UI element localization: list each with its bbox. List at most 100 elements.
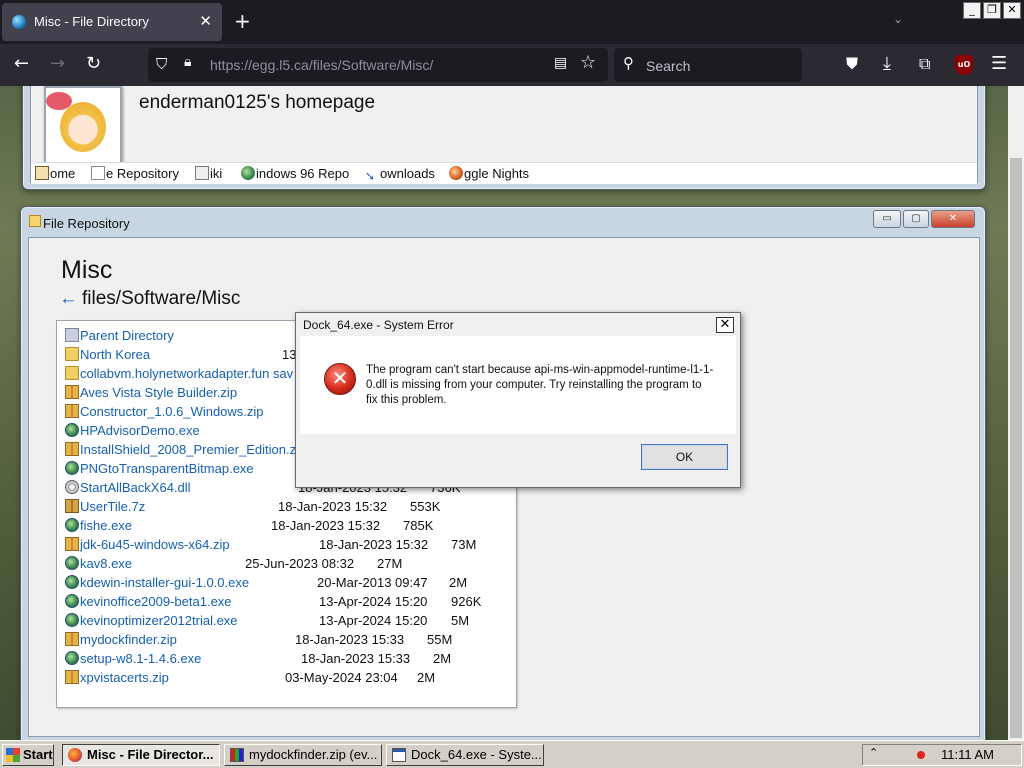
- file-size: 2M: [449, 575, 468, 590]
- file-row: mydockfinder.zip 18-Jan-2023 15:33 55M: [65, 631, 505, 650]
- extensions-icon[interactable]: ⧉: [919, 54, 930, 74]
- file-link[interactable]: North Korea: [80, 347, 150, 362]
- browser-tab[interactable]: Misc - File Directory ✕: [2, 3, 222, 41]
- taskbar-item-firefox[interactable]: Misc - File Director...: [62, 744, 220, 766]
- site-nav: ome e Repository iki indows 96 Repo ➘ own…: [31, 162, 977, 184]
- nav-link-eggle-nights[interactable]: ggle Nights: [449, 166, 529, 181]
- folder-icon: [65, 366, 79, 380]
- lock-icon[interactable]: 🔒︎: [184, 54, 191, 70]
- nav-toolbar: ← → ↻ ⛉ 🔒︎ https://egg.l5.ca/files/Softw…: [0, 44, 1024, 86]
- application-icon: [65, 423, 79, 437]
- archive-icon: [65, 499, 79, 513]
- file-link[interactable]: mydockfinder.zip: [80, 632, 177, 647]
- file-link[interactable]: xpvistacerts.zip: [80, 670, 169, 685]
- window-icon: [392, 748, 406, 762]
- file-date: 13-Apr-2024 15:20: [319, 613, 428, 628]
- restore-button[interactable]: ❐: [983, 2, 1001, 19]
- system-error-dialog: Dock_64.exe - System Error ✕ ✕ The progr…: [295, 312, 741, 488]
- archive-icon: [65, 537, 79, 551]
- nav-link-home[interactable]: ome: [35, 166, 75, 181]
- file-size: 55M: [427, 632, 453, 647]
- download-icon[interactable]: ⤓: [883, 54, 891, 74]
- file-row: kevinoptimizer2012trial.exe 13-Apr-2024 1…: [65, 612, 505, 631]
- reload-icon[interactable]: ↻: [86, 54, 101, 74]
- file-link[interactable]: Constructor_1.0.6_Windows.zip: [80, 404, 264, 419]
- maximize-button[interactable]: ▢: [903, 210, 929, 228]
- file-link[interactable]: jdk-6u45-windows-x64.zip: [80, 537, 230, 552]
- close-window-button[interactable]: ✕: [1003, 2, 1021, 19]
- file-row: setup-w8.1-1.4.6.exe 18-Jan-2023 15:33 2M: [65, 650, 505, 669]
- file-link[interactable]: kdewin-installer-gui-1.0.0.exe: [80, 575, 249, 590]
- page-scrollbar[interactable]: [1008, 86, 1024, 740]
- file-link[interactable]: setup-w8.1-1.4.6.exe: [80, 651, 201, 666]
- file-link[interactable]: StartAllBackX64.dll: [80, 480, 191, 495]
- chevron-down-icon[interactable]: ⌄: [893, 12, 903, 26]
- breadcrumb: ← files/Software/Misc: [59, 288, 240, 310]
- file-link[interactable]: Aves Vista Style Builder.zip: [80, 385, 237, 400]
- gear-icon: [65, 480, 79, 494]
- clock[interactable]: 11:11 AM: [941, 747, 994, 762]
- search-input[interactable]: ⚲ Search: [614, 48, 802, 82]
- taskbar-item-error[interactable]: Dock_64.exe - Syste...: [386, 744, 544, 766]
- file-link[interactable]: UserTile.7z: [80, 499, 145, 514]
- folder-icon: [65, 347, 79, 361]
- menu-icon[interactable]: ☰: [991, 54, 1007, 74]
- file-row: xpvistacerts.zip 03-May-2024 23:04 2M: [65, 669, 505, 688]
- taskbar-item-archive[interactable]: mydockfinder.zip (ev...: [224, 744, 382, 766]
- file-row: fishe.exe 18-Jan-2023 15:32 785K: [65, 517, 505, 536]
- nav-link-file-repository[interactable]: e Repository: [91, 166, 179, 181]
- globe-icon: [241, 166, 255, 180]
- error-message: The program can't start because api-ms-w…: [366, 364, 714, 406]
- new-tab-button[interactable]: +: [234, 9, 251, 33]
- file-row: jdk-6u45-windows-x64.zip 18-Jan-2023 15:3…: [65, 536, 505, 555]
- dialog-title: Dock_64.exe - System Error: [303, 318, 454, 332]
- header-window: enderman0125's homepage ome e Repository…: [22, 86, 986, 190]
- file-link[interactable]: kav8.exe: [80, 556, 132, 571]
- network-error-icon[interactable]: [917, 751, 925, 759]
- nav-link-windows-96-repo[interactable]: indows 96 Repo: [241, 166, 349, 181]
- tray-expand-icon[interactable]: ⌃: [869, 746, 878, 759]
- file-link[interactable]: kevinoffice2009-beta1.exe: [80, 594, 232, 609]
- header-panel: enderman0125's homepage ome e Repository…: [30, 86, 978, 184]
- back-arrow-link[interactable]: ←: [59, 288, 78, 309]
- nav-link-wiki[interactable]: iki: [195, 166, 222, 181]
- reader-mode-icon[interactable]: ▤: [554, 55, 567, 71]
- url-text[interactable]: https://egg.l5.ca/files/Software/Misc/: [210, 57, 433, 73]
- search-placeholder[interactable]: Search: [646, 58, 690, 74]
- archive-icon: [65, 385, 79, 399]
- archive-icon: [65, 442, 79, 456]
- tab-title: Misc - File Directory: [34, 14, 149, 29]
- application-icon: [65, 613, 79, 627]
- file-link[interactable]: HPAdvisorDemo.exe: [80, 423, 200, 438]
- file-link[interactable]: fishe.exe: [80, 518, 132, 533]
- file-date: 20-Mar-2013 09:47: [317, 575, 428, 590]
- archive-icon: [65, 404, 79, 418]
- back-icon[interactable]: ←: [14, 54, 29, 74]
- bookmark-star-icon[interactable]: ☆: [580, 52, 596, 73]
- page-title: Misc: [61, 256, 113, 284]
- application-icon: [65, 594, 79, 608]
- ublock-icon[interactable]: uO: [955, 55, 973, 75]
- tab-bar: Misc - File Directory ✕ + ⌄ _ ❐ ✕: [0, 0, 1024, 44]
- application-icon: [65, 575, 79, 589]
- file-link[interactable]: kevinoptimizer2012trial.exe: [80, 613, 238, 628]
- file-link[interactable]: collabvm.holynetworkadapter.fun sav: [80, 366, 293, 381]
- start-button[interactable]: Start: [2, 744, 54, 766]
- shield-icon[interactable]: ⛉: [156, 55, 167, 73]
- forward-icon[interactable]: →: [50, 54, 65, 74]
- file-link[interactable]: InstallShield_2008_Premier_Edition.zi: [80, 442, 299, 457]
- dialog-close-button[interactable]: ✕: [716, 317, 734, 333]
- ok-button[interactable]: OK: [641, 444, 728, 470]
- file-link[interactable]: Parent Directory: [80, 328, 174, 343]
- address-bar[interactable]: ⛉ 🔒︎ https://egg.l5.ca/files/Software/Mi…: [148, 48, 608, 82]
- file-link[interactable]: PNGtoTransparentBitmap.exe: [80, 461, 254, 476]
- site-title: enderman0125's homepage: [139, 92, 376, 113]
- close-button[interactable]: ✕: [931, 210, 975, 228]
- minimize-button[interactable]: _: [963, 2, 981, 19]
- nav-link-downloads[interactable]: ➘ ownloads: [365, 166, 435, 183]
- minimize-button[interactable]: ▭: [873, 210, 901, 228]
- close-tab-icon[interactable]: ✕: [199, 12, 212, 30]
- scrollbar-thumb[interactable]: [1010, 158, 1022, 738]
- file-date: 18-Jan-2023 15:33: [301, 651, 411, 666]
- pocket-icon[interactable]: ⛊: [846, 54, 858, 74]
